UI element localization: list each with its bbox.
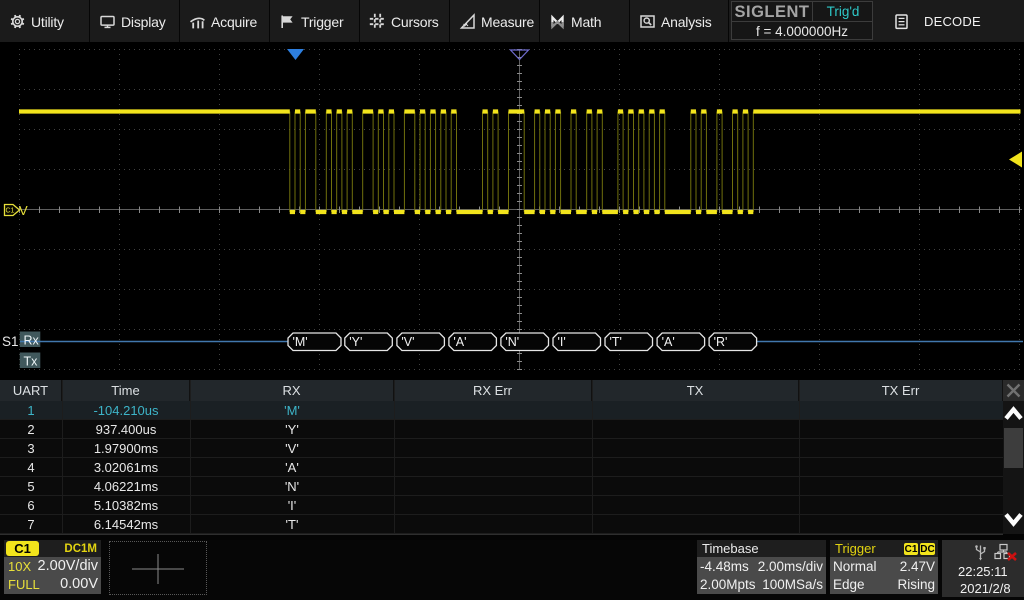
svg-text:'M': 'M' xyxy=(293,335,308,349)
svg-text:'N': 'N' xyxy=(505,335,519,349)
svg-text:'V': 'V' xyxy=(401,335,414,349)
svg-text:C1: C1 xyxy=(6,208,15,215)
svg-text:Rx: Rx xyxy=(24,333,40,347)
svg-text:'A': 'A' xyxy=(453,335,466,349)
svg-text:Tx: Tx xyxy=(24,354,39,368)
svg-text:'T': 'T' xyxy=(610,335,622,349)
svg-text:'I': 'I' xyxy=(558,335,566,349)
svg-text:'A': 'A' xyxy=(662,335,675,349)
svg-text:S1: S1 xyxy=(2,334,19,349)
svg-text:'Y': 'Y' xyxy=(349,335,362,349)
svg-text:'R': 'R' xyxy=(714,335,728,349)
svg-text:V: V xyxy=(19,203,28,218)
